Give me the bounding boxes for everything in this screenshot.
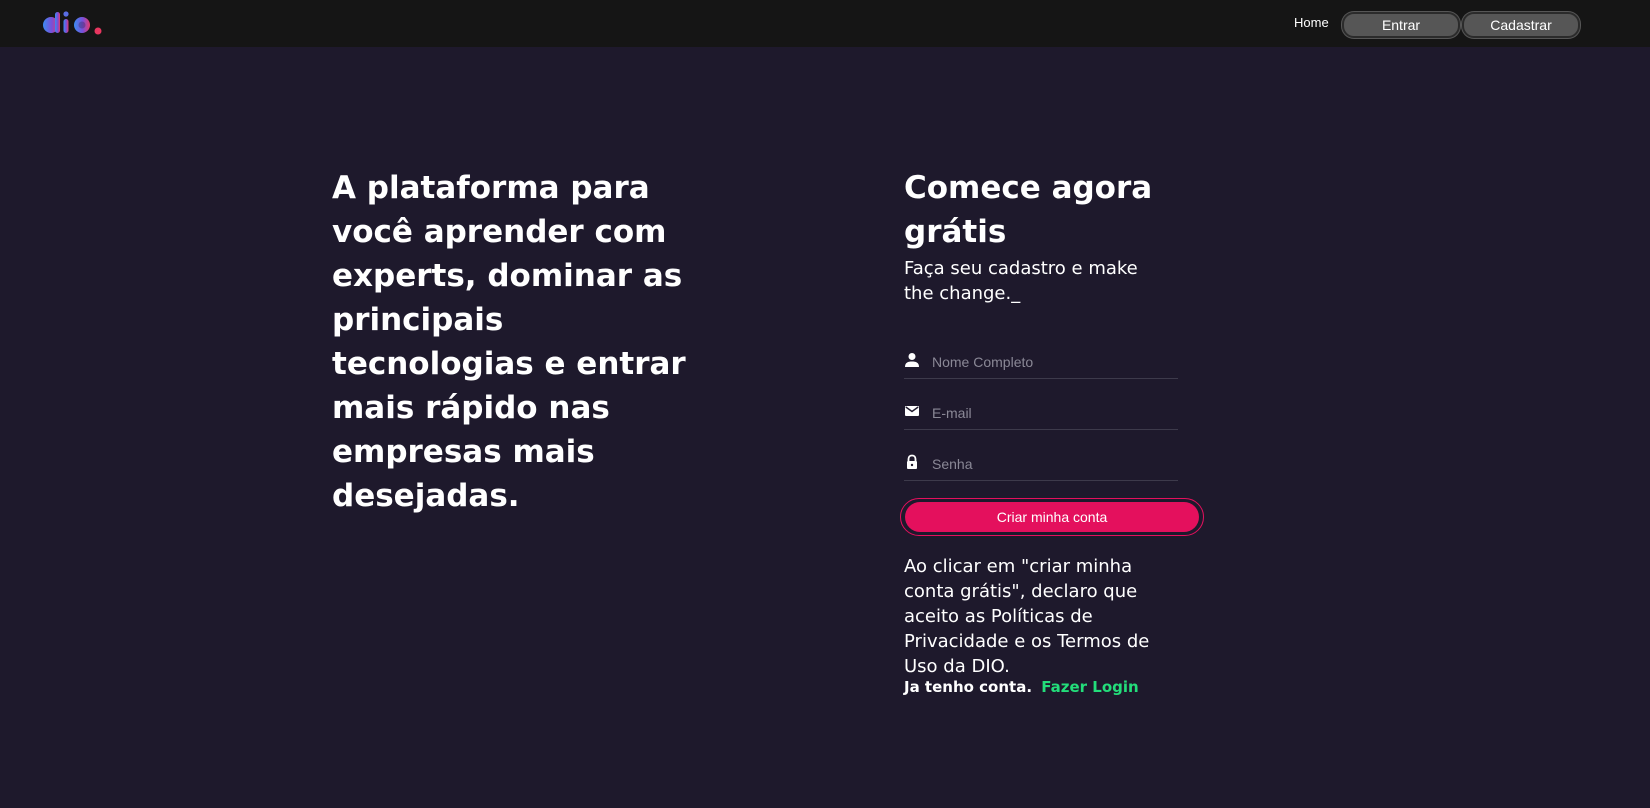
create-account-button[interactable]: Criar minha conta <box>905 502 1199 532</box>
have-account-text: Ja tenho conta. <box>904 678 1033 696</box>
login-link[interactable]: Fazer Login <box>1041 678 1138 696</box>
dio-logo[interactable] <box>42 10 108 36</box>
password-input[interactable] <box>930 452 1174 476</box>
hero-title: A plataforma para você aprender com expe… <box>332 170 686 514</box>
signup-title: Comece agora grátis <box>904 170 1153 250</box>
login-prompt: Ja tenho conta. Fazer Login <box>904 678 1139 696</box>
password-field <box>904 450 1178 481</box>
top-nav-bar: Home Entrar Cadastrar <box>0 0 1650 47</box>
terms-text: Ao clicar em "criar minha conta grátis",… <box>904 556 1150 677</box>
user-icon <box>905 353 919 367</box>
nav-home-link[interactable]: Home <box>1294 15 1329 30</box>
email-input[interactable] <box>930 401 1174 425</box>
signup-panel: Comece agora grátis Faça seu cadastro e … <box>900 166 1204 696</box>
signup-subtitle: Faça seu cadastro e make the change._ <box>904 258 1138 304</box>
email-field <box>904 399 1178 430</box>
mail-icon <box>905 406 919 416</box>
submit-button-outline: Criar minha conta <box>900 498 1204 536</box>
lock-icon <box>907 454 917 469</box>
cadastrar-button[interactable]: Cadastrar <box>1462 12 1580 38</box>
name-input[interactable] <box>930 350 1174 374</box>
entrar-button[interactable]: Entrar <box>1342 12 1460 38</box>
name-field <box>904 348 1178 379</box>
